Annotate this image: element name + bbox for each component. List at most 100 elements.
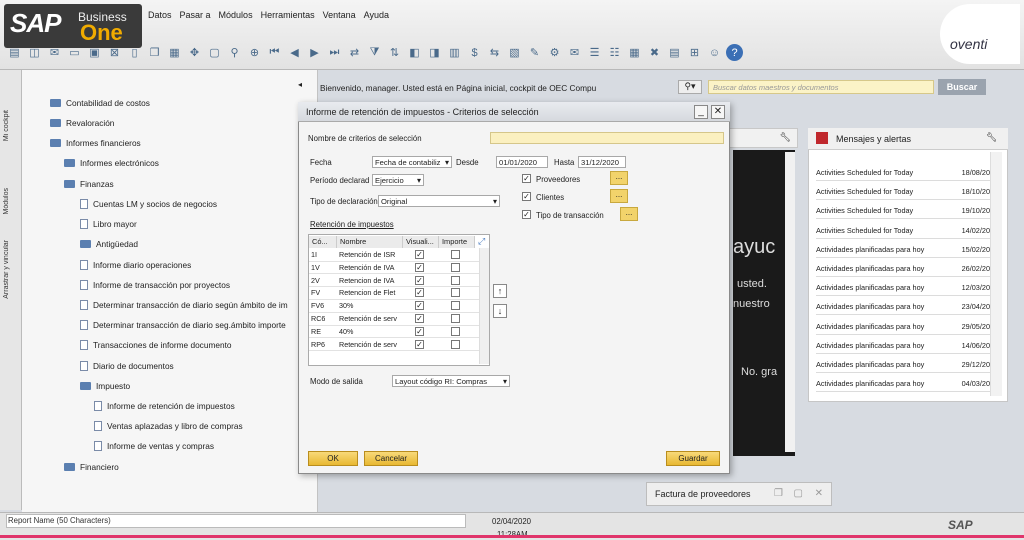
nav-item[interactable]: Determinar transacción de diario seg.ámb… bbox=[80, 320, 286, 330]
move-down-button[interactable]: ↓ bbox=[493, 304, 507, 318]
org-icon[interactable]: ⊞ bbox=[686, 44, 703, 61]
clientes-more-button[interactable]: ... bbox=[610, 189, 628, 203]
importe-checkbox[interactable] bbox=[451, 314, 460, 323]
gross-profit-icon[interactable]: ▥ bbox=[446, 44, 463, 61]
search-input[interactable]: Buscar datos maestros y documentos bbox=[708, 80, 934, 94]
next-record-icon[interactable]: ▶ bbox=[306, 44, 323, 61]
table-row[interactable]: RP6 Retención de serv ✓ bbox=[309, 339, 479, 352]
message-row[interactable]: Actividades planificadas para hoy 12/03/2… bbox=[816, 279, 990, 297]
message-row[interactable]: Actividades planificadas para hoy 15/02/2… bbox=[816, 241, 990, 258]
table-row[interactable]: 1V Retención de IVA ✓ bbox=[309, 262, 479, 275]
visualizar-checkbox[interactable]: ✓ bbox=[415, 262, 424, 272]
widget-scrollbar[interactable] bbox=[785, 152, 795, 452]
menu-ventana[interactable]: Ventana bbox=[323, 10, 356, 26]
visualizar-checkbox[interactable]: ✓ bbox=[415, 288, 424, 298]
table-row[interactable]: 2V Retencion de IVA ✓ bbox=[309, 275, 479, 288]
proveedores-more-button[interactable]: ... bbox=[610, 171, 628, 185]
nav-item[interactable]: Cuentas LM y socios de negocios bbox=[80, 199, 217, 209]
menu-pasar-a[interactable]: Pasar a bbox=[180, 10, 211, 26]
message-row[interactable]: Activities Scheduled for Today 14/02/20 bbox=[816, 222, 990, 239]
nav-item[interactable]: Informes electrónicos bbox=[64, 158, 159, 168]
nav-item[interactable]: Informes financieros bbox=[50, 138, 141, 148]
chat2-icon[interactable]: ☷ bbox=[606, 44, 623, 61]
sort-icon[interactable]: ⇅ bbox=[386, 44, 403, 61]
nav-item[interactable]: Diario de documentos bbox=[80, 361, 174, 371]
pen-icon[interactable]: ✎ bbox=[526, 44, 543, 61]
sms-icon[interactable]: ▭ bbox=[66, 44, 83, 61]
paste-icon[interactable]: ▦ bbox=[166, 44, 183, 61]
table-row[interactable]: RC6 Retención de serv ✓ bbox=[309, 313, 479, 326]
importe-checkbox[interactable] bbox=[451, 339, 460, 349]
excel-icon[interactable]: ⊠ bbox=[106, 44, 123, 61]
importe-checkbox[interactable] bbox=[451, 262, 460, 272]
transaction-icon[interactable]: ⇆ bbox=[486, 44, 503, 61]
add-icon[interactable]: ⊕ bbox=[246, 44, 263, 61]
col-importe[interactable]: Importe bbox=[439, 236, 475, 248]
nav-item[interactable]: Libro mayor bbox=[80, 219, 137, 229]
email-icon[interactable]: ✉ bbox=[46, 44, 63, 61]
visualizar-checkbox[interactable]: ✓ bbox=[415, 301, 424, 311]
nav-item[interactable]: Ventas aplazadas y libro de compras bbox=[94, 421, 243, 431]
message-row[interactable]: Actividades planificadas para hoy 26/02/2… bbox=[816, 260, 990, 277]
nav-item[interactable]: Impuesto bbox=[80, 381, 130, 391]
save-button[interactable]: Guardar bbox=[666, 451, 720, 466]
minimize-icon[interactable]: _ bbox=[694, 105, 708, 119]
desde-field[interactable]: 01/01/2020 bbox=[496, 156, 548, 168]
save-icon[interactable]: ▣ bbox=[86, 44, 103, 61]
message-row[interactable]: Actividades planificadas para hoy 04/03/2… bbox=[816, 375, 990, 393]
menu-ayuda[interactable]: Ayuda bbox=[364, 10, 389, 26]
table-row[interactable]: 1I Retención de ISR ✓ bbox=[309, 249, 479, 262]
search-icon[interactable]: ⚲▾ bbox=[678, 80, 702, 94]
nav-item[interactable]: Informe de retención de impuestos bbox=[94, 401, 235, 411]
find-icon[interactable]: ⚲ bbox=[226, 44, 243, 61]
preview-icon[interactable]: ◫ bbox=[26, 44, 43, 61]
first-record-icon[interactable]: ⏮ bbox=[266, 44, 283, 61]
table-row[interactable]: FV Retencion de Flet ✓ bbox=[309, 287, 479, 300]
nav-item[interactable]: Finanzas bbox=[64, 179, 114, 189]
nav-item[interactable]: Informe de transacción por proyectos bbox=[80, 280, 230, 290]
table-row[interactable]: FV6 30% ✓ bbox=[309, 300, 479, 313]
importe-checkbox[interactable] bbox=[451, 288, 460, 298]
ok-button[interactable]: OK bbox=[308, 451, 358, 466]
visualizar-checkbox[interactable]: ✓ bbox=[415, 326, 424, 336]
volume-icon[interactable]: ▧ bbox=[506, 44, 523, 61]
tipo-transaccion-more-button[interactable]: ... bbox=[620, 207, 638, 221]
expand-icon[interactable]: ⤢ bbox=[478, 236, 485, 247]
importe-checkbox[interactable] bbox=[451, 250, 460, 259]
col-code[interactable]: Có... bbox=[309, 236, 337, 248]
tab-mi-cockpit[interactable]: Mi cockpit bbox=[3, 110, 19, 141]
base-document-icon[interactable]: ◧ bbox=[406, 44, 423, 61]
nav-item[interactable]: Revaloración bbox=[50, 118, 114, 128]
col-nombre[interactable]: Nombre bbox=[337, 236, 403, 248]
fecha-select[interactable]: Fecha de contabiliz bbox=[372, 156, 452, 168]
periodo-select[interactable]: Ejercicio bbox=[372, 174, 424, 186]
filter-icon[interactable]: ⧩ bbox=[366, 44, 383, 61]
table-row[interactable]: RE 40% ✓ bbox=[309, 326, 479, 339]
tipo-select[interactable]: Original bbox=[378, 195, 500, 207]
nav-item[interactable]: Informe de ventas y compras bbox=[94, 441, 214, 451]
copy-icon[interactable]: ❐ bbox=[146, 44, 163, 61]
last-record-icon[interactable]: ⏭ bbox=[326, 44, 343, 61]
target-document-icon[interactable]: ◨ bbox=[426, 44, 443, 61]
message-row[interactable]: Actividades planificadas para hoy 23/04/2… bbox=[816, 298, 990, 316]
table-scrollbar[interactable] bbox=[479, 248, 489, 364]
clientes-checkbox[interactable]: ✓ bbox=[522, 192, 531, 201]
wrench-icon[interactable]: 🔧︎ bbox=[780, 132, 791, 143]
alerts-icon[interactable]: ✖ bbox=[646, 44, 663, 61]
document-settings-icon[interactable]: ⚙ bbox=[546, 44, 563, 61]
importe-checkbox[interactable] bbox=[451, 326, 460, 336]
menu-herramientas[interactable]: Herramientas bbox=[261, 10, 315, 26]
move-icon[interactable]: ✥ bbox=[186, 44, 203, 61]
tab-modulos[interactable]: Módulos bbox=[3, 188, 19, 214]
visualizar-checkbox[interactable]: ✓ bbox=[415, 275, 424, 285]
factura-widget[interactable]: Factura de proveedores ❐ ▢ ✕ bbox=[646, 482, 832, 506]
print-icon[interactable]: ▤ bbox=[6, 44, 23, 61]
tab-arrastrar[interactable]: Arrastrar y vincular bbox=[3, 240, 19, 299]
user-icon[interactable]: ☺ bbox=[706, 44, 723, 61]
search-button[interactable]: Buscar bbox=[938, 79, 986, 95]
visualizar-checkbox[interactable]: ✓ bbox=[415, 339, 424, 349]
importe-checkbox[interactable] bbox=[451, 275, 460, 285]
messages-scrollbar[interactable] bbox=[990, 152, 1002, 396]
message-row[interactable]: Actividades planificadas para hoy 14/06/2… bbox=[816, 337, 990, 354]
col-visualizar[interactable]: Visuali... bbox=[403, 236, 439, 248]
